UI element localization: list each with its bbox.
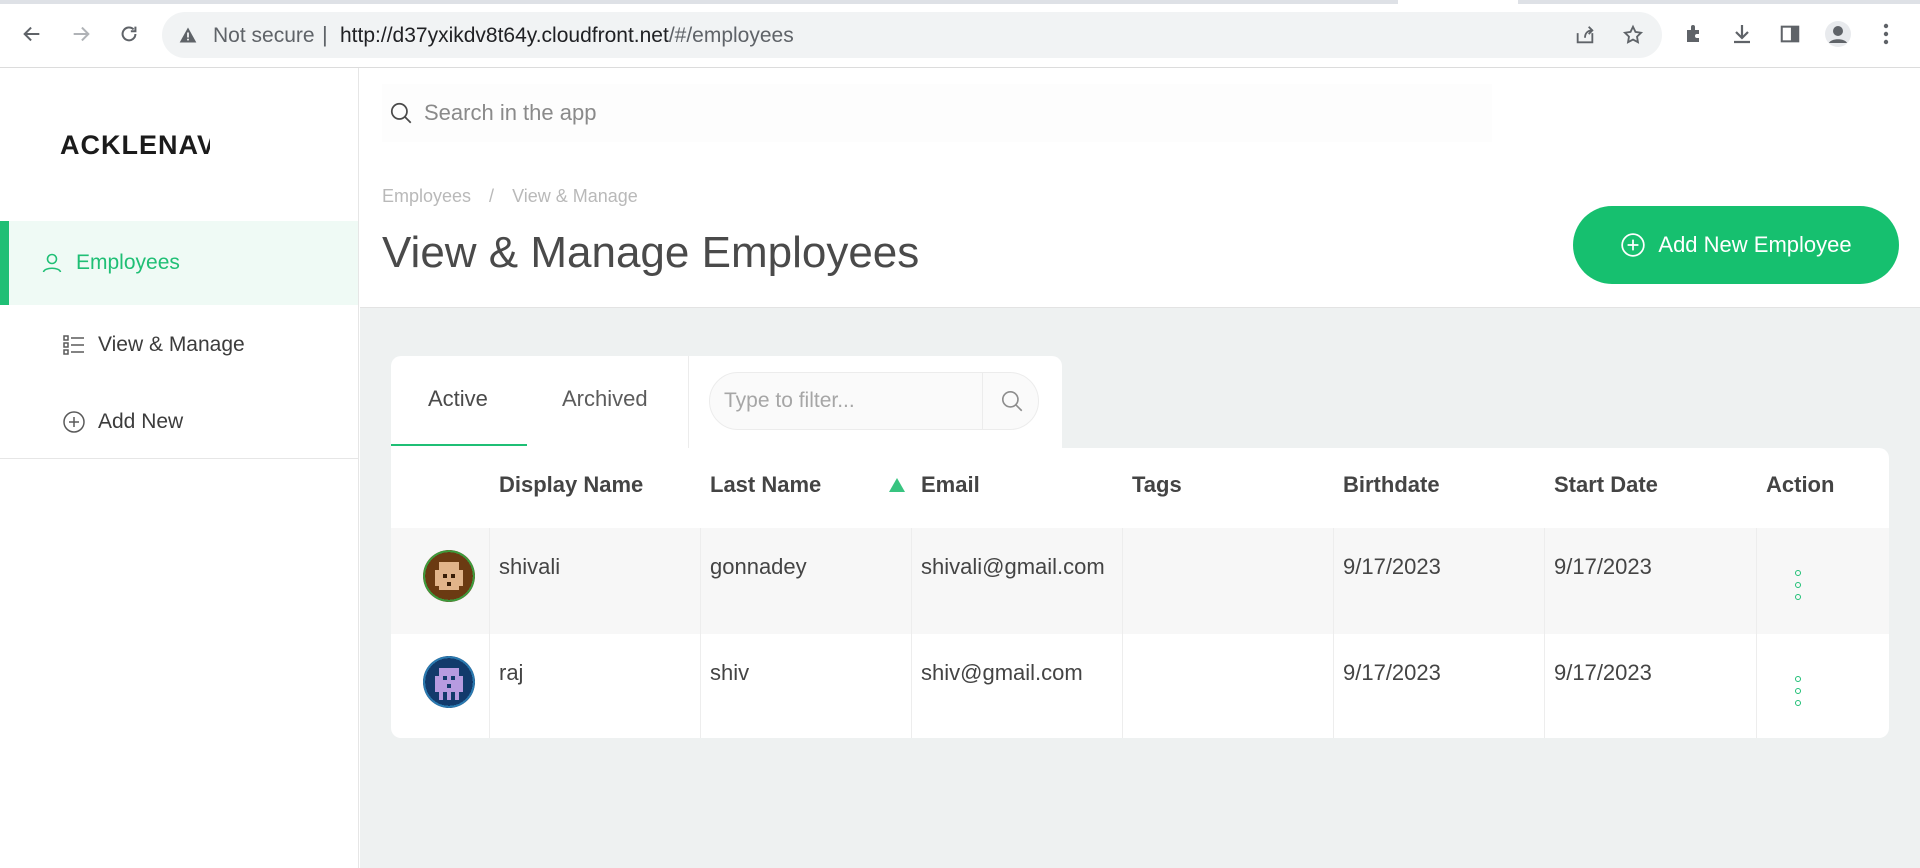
column-divider xyxy=(1544,528,1545,634)
column-last-name[interactable]: Last Name xyxy=(710,472,821,498)
cell-email: shiv@gmail.com xyxy=(921,660,1083,685)
column-divider xyxy=(1544,634,1545,738)
column-divider xyxy=(911,528,912,634)
puzzle-icon[interactable] xyxy=(1681,20,1709,48)
content-area: Active Archived Display Name Last Name E… xyxy=(360,308,1920,868)
sidebar-item-label: Add New xyxy=(98,410,184,433)
cell-birthdate: 9/17/2023 xyxy=(1343,554,1441,579)
plus-circle-icon xyxy=(60,408,88,436)
employees-table: Display Name Last Name Email Tags Birthd… xyxy=(391,448,1889,738)
tabs-divider xyxy=(688,356,689,448)
column-email[interactable]: Email xyxy=(921,472,980,498)
column-divider xyxy=(700,528,701,634)
table-header: Display Name Last Name Email Tags Birthd… xyxy=(391,448,1889,528)
forward-arrow-icon[interactable] xyxy=(65,18,97,50)
user-icon xyxy=(38,249,66,277)
sidebar: ACKLENAVE Employees View & Manage Add Ne… xyxy=(0,68,359,868)
avatar xyxy=(423,550,475,602)
tab-archived[interactable]: Archived xyxy=(562,386,648,412)
url-host: http://d37yxikdv8t64y.cloudfront.net xyxy=(340,24,669,47)
active-tab-indicator xyxy=(391,444,527,446)
sidebar-item-employees[interactable]: Employees xyxy=(0,221,358,305)
sidebar-item-view-manage[interactable]: View & Manage xyxy=(0,303,358,387)
cell-last-name: shiv xyxy=(710,660,750,685)
omnibox-separator: | xyxy=(322,22,328,47)
avatar xyxy=(423,656,475,708)
column-divider xyxy=(1333,528,1334,634)
column-divider xyxy=(489,528,490,634)
active-tab[interactable] xyxy=(1398,0,1518,4)
column-divider xyxy=(489,634,490,738)
url-path: /#/employees xyxy=(668,24,794,47)
column-action: Action xyxy=(1766,472,1835,497)
profile-icon[interactable] xyxy=(1824,20,1852,48)
tab-strip xyxy=(0,0,1920,4)
search-input[interactable] xyxy=(424,100,1324,126)
cell-start-date: 9/17/2023 xyxy=(1554,554,1652,579)
column-divider xyxy=(1756,634,1757,738)
sort-ascending-icon[interactable] xyxy=(889,478,905,492)
more-actions-icon[interactable] xyxy=(1792,676,1804,706)
column-birthdate[interactable]: Birthdate xyxy=(1343,472,1440,498)
breadcrumb: Employees / View & Manage xyxy=(382,186,638,207)
column-divider xyxy=(911,634,912,738)
page-title: View & Manage Employees xyxy=(382,228,920,277)
plus-circle-icon xyxy=(1620,232,1646,258)
filter-input[interactable] xyxy=(724,389,974,413)
sidebar-item-add-new[interactable]: Add New xyxy=(0,380,358,464)
browser-toolbar: Not secure | http://d37yxikdv8t64y.cloud… xyxy=(0,0,1920,68)
sidebar-item-label: View & Manage xyxy=(98,333,245,356)
cell-last-name: gonnadey xyxy=(710,554,807,579)
breadcrumb-separator: / xyxy=(489,186,495,206)
column-divider xyxy=(1122,528,1123,634)
list-icon xyxy=(60,331,88,359)
more-actions-icon[interactable] xyxy=(1792,570,1804,600)
column-start-date[interactable]: Start Date xyxy=(1554,472,1658,498)
cell-display-name: raj xyxy=(499,660,524,685)
download-icon[interactable] xyxy=(1728,20,1756,48)
url-text[interactable]: http://d37yxikdv8t64y.cloudfront.net/#/e… xyxy=(340,24,794,48)
column-divider xyxy=(700,634,701,738)
tab-active[interactable]: Active xyxy=(428,386,488,412)
share-icon[interactable] xyxy=(1572,22,1598,48)
more-vert-icon[interactable] xyxy=(1872,20,1900,48)
main-header: Employees / View & Manage View & Manage Em… xyxy=(360,68,1920,308)
breadcrumb-view-manage: View & Manage xyxy=(512,186,638,206)
table-row[interactable]: raj shiv shiv@gmail.com 9/17/2023 9/17/2… xyxy=(391,634,1889,738)
back-arrow-icon[interactable] xyxy=(16,18,48,50)
column-tags[interactable]: Tags xyxy=(1132,472,1182,498)
warning-icon[interactable] xyxy=(178,25,198,50)
app-search[interactable] xyxy=(382,84,1492,142)
star-icon[interactable] xyxy=(1620,22,1646,48)
add-button-label: Add New Employee xyxy=(1658,232,1852,257)
search-icon xyxy=(388,100,414,126)
column-divider xyxy=(1333,634,1334,738)
company-logo[interactable]: ACKLENAVE xyxy=(60,130,210,161)
sidepanel-icon[interactable] xyxy=(1776,20,1804,48)
breadcrumb-employees[interactable]: Employees xyxy=(382,186,471,206)
address-bar[interactable]: Not secure | http://d37yxikdv8t64y.cloud… xyxy=(162,12,1662,58)
table-row[interactable]: shivali gonnadey shivali@gmail.com 9/17/… xyxy=(391,528,1889,634)
sidebar-divider xyxy=(0,458,358,459)
filter-box[interactable] xyxy=(709,372,1039,430)
cell-email: shivali@gmail.com xyxy=(921,554,1105,579)
column-display-name[interactable]: Display Name xyxy=(499,472,643,498)
reload-icon[interactable] xyxy=(113,18,145,50)
sidebar-item-label: Employees xyxy=(76,251,180,274)
cell-start-date: 9/17/2023 xyxy=(1554,660,1652,685)
column-divider xyxy=(1756,528,1757,634)
cell-birthdate: 9/17/2023 xyxy=(1343,660,1441,685)
cell-display-name: shivali xyxy=(499,554,561,579)
column-divider xyxy=(1122,634,1123,738)
tabs-bar: Active Archived xyxy=(391,356,1062,448)
search-icon[interactable] xyxy=(982,373,1040,429)
security-label[interactable]: Not secure xyxy=(213,24,315,48)
add-new-employee-button[interactable]: Add New Employee xyxy=(1573,206,1899,284)
